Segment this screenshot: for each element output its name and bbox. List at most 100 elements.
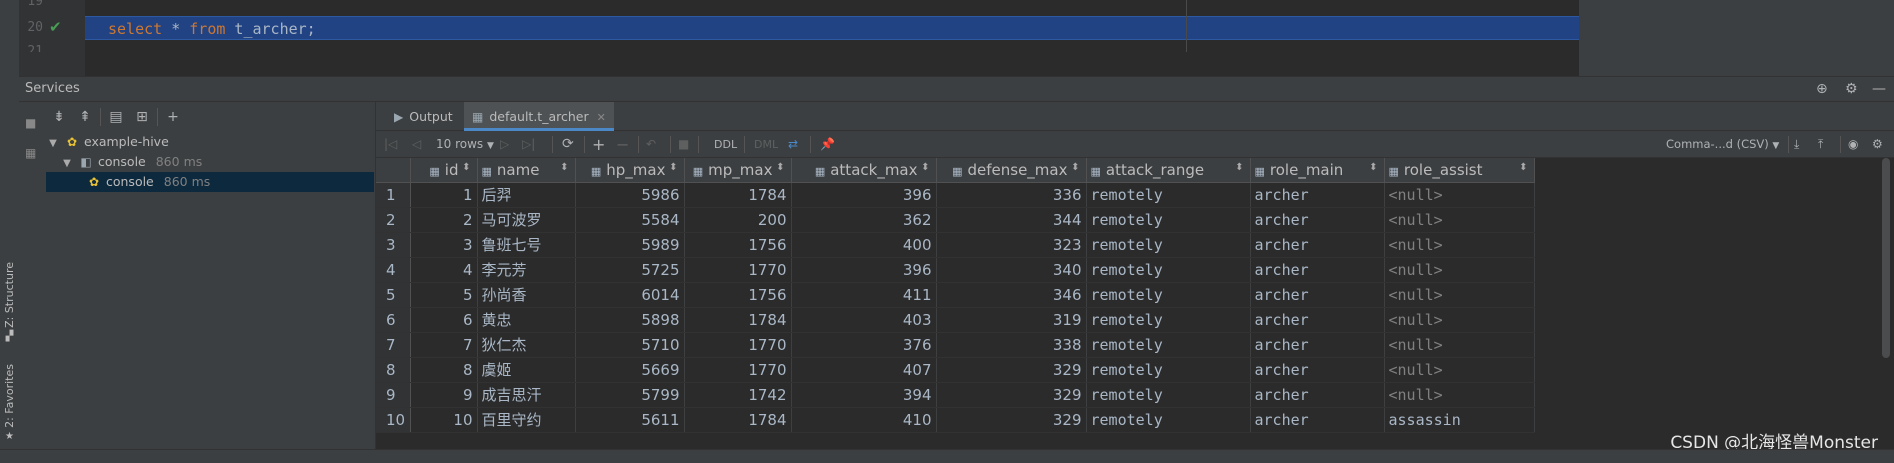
table-cell[interactable]: 336 <box>936 182 1087 208</box>
table-cell[interactable]: 8 <box>410 357 478 383</box>
table-row[interactable]: 1 1 后羿 5986 1784 396 336 remotely archer <null> <box>376 182 1535 208</box>
tab-output[interactable]: ▶ Output <box>386 102 461 131</box>
table-cell[interactable]: 狄仁杰 <box>477 332 576 358</box>
table-cell[interactable]: 200 <box>684 207 792 233</box>
minimize-icon[interactable]: — <box>1872 81 1886 97</box>
table-cell[interactable]: 396 <box>791 182 937 208</box>
table-cell[interactable]: 5584 <box>575 207 685 233</box>
table-cell[interactable]: 后羿 <box>477 182 576 208</box>
collapse-all-icon[interactable]: ⇞ <box>72 105 98 129</box>
table-cell[interactable]: 5986 <box>575 182 685 208</box>
table-cell[interactable]: 1770 <box>684 357 792 383</box>
column-header-mp-max[interactable]: ▦ mp_max ⬍ <box>684 158 792 183</box>
table-cell[interactable]: 3 <box>410 232 478 258</box>
table-cell[interactable]: 394 <box>791 382 937 408</box>
sort-icon[interactable]: ⬍ <box>1369 162 1377 173</box>
table-cell[interactable]: 鲁班七号 <box>477 232 576 258</box>
sql-editor[interactable]: 19 20 ✔ 21 select * from t_archer; <box>19 0 1579 76</box>
table-cell[interactable]: 1756 <box>684 232 792 258</box>
gear-icon[interactable]: ⚙ <box>1845 81 1858 97</box>
last-page-icon[interactable]: ▷| <box>522 131 535 158</box>
table-cell[interactable]: 329 <box>936 407 1087 433</box>
table-cell[interactable]: 孙尚香 <box>477 282 576 308</box>
column-header-attack-range[interactable]: ▦ attack_range ⬍ <box>1086 158 1251 183</box>
table-cell[interactable]: archer <box>1250 207 1385 233</box>
table-cell[interactable]: 5898 <box>575 307 685 333</box>
table-cell[interactable]: assassin <box>1384 407 1535 433</box>
layout-icon[interactable]: ▦ <box>25 146 41 160</box>
code-line-selected[interactable]: select * from t_archer; <box>85 16 1579 40</box>
table-cell[interactable]: 10 <box>410 407 478 433</box>
table-cell[interactable]: 5710 <box>575 332 685 358</box>
table-cell[interactable]: 成吉思汗 <box>477 382 576 408</box>
dml-button[interactable]: DML <box>754 131 778 158</box>
sort-icon[interactable]: ⬍ <box>560 162 568 173</box>
delete-row-icon[interactable]: − <box>616 131 629 158</box>
table-cell[interactable]: 5725 <box>575 257 685 283</box>
column-header-defense-max[interactable]: ▦ defense_max ⬍ <box>936 158 1087 183</box>
table-cell[interactable]: 411 <box>791 282 937 308</box>
table-cell[interactable]: archer <box>1250 357 1385 383</box>
table-cell[interactable]: 马可波罗 <box>477 207 576 233</box>
table-cell[interactable]: 7 <box>410 332 478 358</box>
table-row[interactable]: 7 7 狄仁杰 5710 1770 376 338 remotely archer <null> <box>376 332 1535 358</box>
table-cell[interactable]: 1784 <box>684 182 792 208</box>
table-cell[interactable]: 338 <box>936 332 1087 358</box>
table-cell[interactable]: 1784 <box>684 407 792 433</box>
table-cell[interactable]: <null> <box>1384 307 1535 333</box>
table-cell[interactable]: archer <box>1250 332 1385 358</box>
globe-icon[interactable]: ⊕ <box>1816 81 1828 97</box>
compare-icon[interactable]: ⇄ <box>788 131 798 158</box>
table-cell[interactable]: 362 <box>791 207 937 233</box>
table-row[interactable]: 8 8 虞姬 5669 1770 407 329 remotely archer <null> <box>376 357 1535 383</box>
view-icon[interactable]: ◉ <box>1848 131 1858 158</box>
group-icon[interactable]: ▤ <box>103 105 129 129</box>
table-cell[interactable]: remotely <box>1086 182 1251 208</box>
structure-tab[interactable]: Z: Structure ▞ <box>1 262 18 342</box>
tree-item-example-hive[interactable]: ▼ ✿ example-hive <box>46 132 374 152</box>
table-cell[interactable]: archer <box>1250 382 1385 408</box>
table-cell[interactable]: 319 <box>936 307 1087 333</box>
add-row-icon[interactable]: + <box>592 131 605 158</box>
table-cell[interactable]: 4 <box>410 257 478 283</box>
table-cell[interactable]: 1770 <box>684 332 792 358</box>
table-row[interactable]: 10 10 百里守约 5611 1784 410 329 remotely archer assa… <box>376 407 1535 433</box>
table-cell[interactable]: 329 <box>936 382 1087 408</box>
table-cell[interactable]: remotely <box>1086 232 1251 258</box>
table-cell[interactable]: <null> <box>1384 332 1535 358</box>
table-cell[interactable]: 5 <box>410 282 478 308</box>
download-icon[interactable]: ⤓ <box>1794 131 1799 158</box>
table-cell[interactable]: 5799 <box>575 382 685 408</box>
table-cell[interactable]: 2 <box>410 207 478 233</box>
table-cell[interactable]: 1756 <box>684 282 792 308</box>
table-cell[interactable]: 黄忠 <box>477 307 576 333</box>
column-header-role-assist[interactable]: ▦ role_assist ⬍ <box>1384 158 1535 183</box>
table-cell[interactable]: remotely <box>1086 332 1251 358</box>
table-cell[interactable]: 407 <box>791 357 937 383</box>
table-cell[interactable]: 5611 <box>575 407 685 433</box>
stop-icon[interactable]: ■ <box>678 131 689 158</box>
table-cell[interactable]: remotely <box>1086 357 1251 383</box>
sort-icon[interactable]: ⬍ <box>776 162 784 173</box>
table-cell[interactable]: remotely <box>1086 382 1251 408</box>
table-cell[interactable]: 虞姬 <box>477 357 576 383</box>
table-cell[interactable]: 百里守约 <box>477 407 576 433</box>
filter-icon[interactable]: ⊞ <box>129 105 155 129</box>
table-row[interactable]: 5 5 孙尚香 6014 1756 411 346 remotely archer <null> <box>376 282 1535 308</box>
table-cell[interactable]: remotely <box>1086 307 1251 333</box>
chevron-down-icon[interactable]: ▼ <box>46 134 60 154</box>
ddl-button[interactable]: DDL <box>714 131 737 158</box>
table-cell[interactable]: <null> <box>1384 357 1535 383</box>
column-header-name[interactable]: ▦ name ⬍ <box>477 158 576 183</box>
table-cell[interactable]: <null> <box>1384 232 1535 258</box>
table-cell[interactable]: 323 <box>936 232 1087 258</box>
pin-icon[interactable]: 📌 <box>820 131 835 158</box>
prev-page-icon[interactable]: ◁ <box>412 131 421 158</box>
stop-icon[interactable]: ■ <box>25 116 41 130</box>
column-header-hp-max[interactable]: ▦ hp_max ⬍ <box>575 158 685 183</box>
table-cell[interactable]: <null> <box>1384 182 1535 208</box>
column-header-id[interactable]: ▦ id ⬍ <box>410 158 478 183</box>
table-cell[interactable]: 340 <box>936 257 1087 283</box>
sort-icon[interactable]: ⬍ <box>1071 162 1079 173</box>
table-cell[interactable]: 346 <box>936 282 1087 308</box>
